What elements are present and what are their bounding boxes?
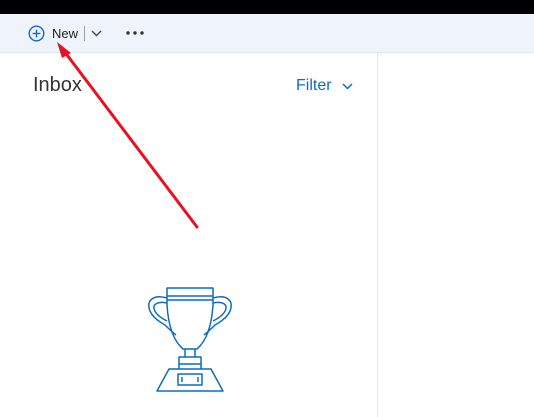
command-bar: New [0,14,534,53]
folder-title: Inbox [33,74,82,96]
plus-circle-icon [28,24,45,42]
window-top-bar [0,0,534,14]
new-button-label: New [52,25,79,41]
filter-button[interactable]: Filter [296,77,353,95]
more-horizontal-icon [126,31,144,35]
new-button[interactable]: New [28,22,86,44]
trophy-icon [143,285,239,398]
filter-label: Filter [296,77,332,94]
message-list-pane: Inbox Filter [0,53,378,417]
chevron-down-icon [91,30,102,37]
new-options-dropdown[interactable] [89,25,103,41]
more-options-button[interactable] [124,25,146,41]
split-divider [84,25,86,41]
chevron-down-icon [342,82,353,90]
